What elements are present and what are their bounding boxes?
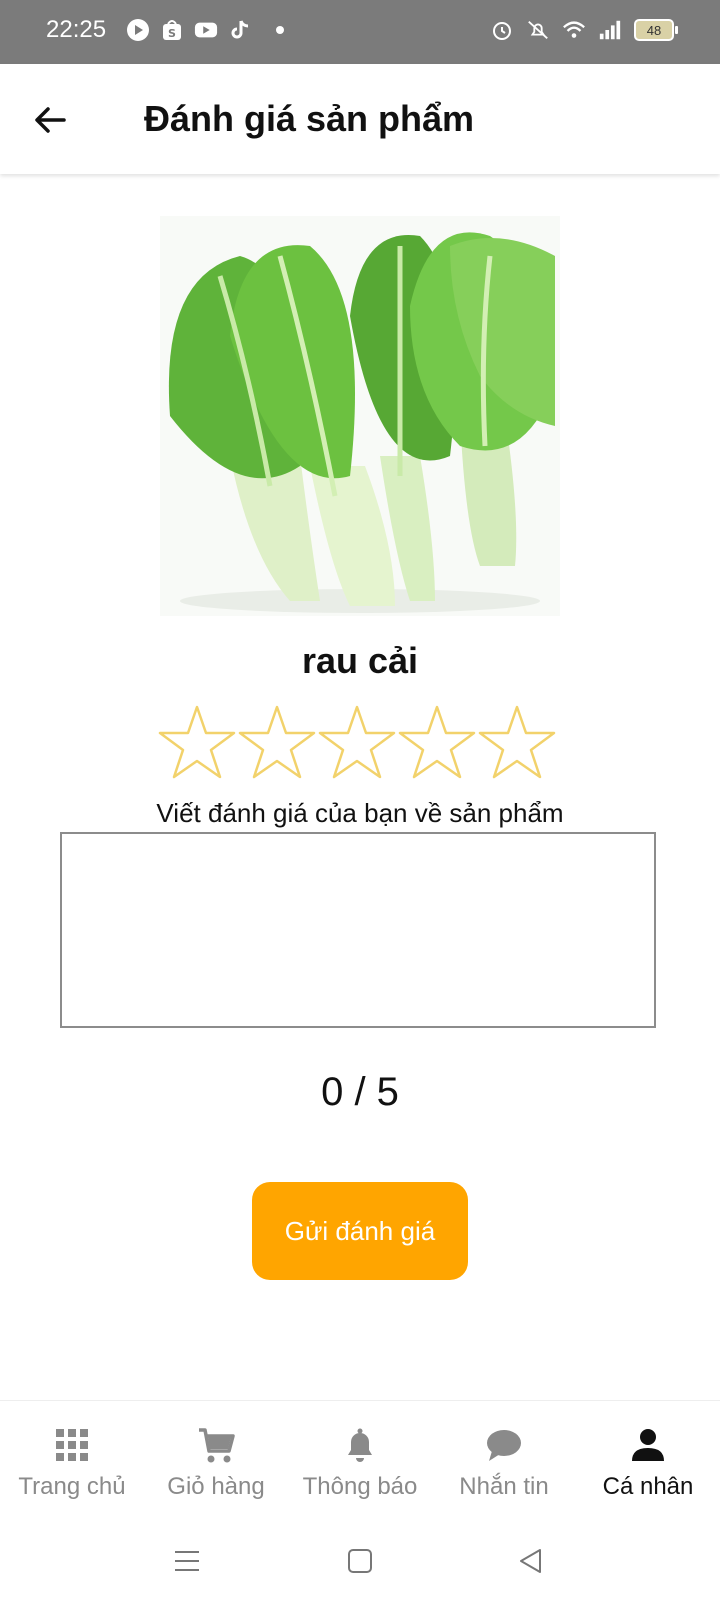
wifi-icon [562,18,586,42]
back-button[interactable] [30,100,70,140]
bell-icon [348,1428,372,1462]
nav-label: Thông báo [302,1473,418,1500]
svg-text:S: S [168,27,176,40]
chat-icon [487,1430,521,1461]
menu-icon[interactable] [172,1546,202,1576]
battery-icon: 48 [634,19,678,41]
shopee-bag-icon: S [160,18,184,42]
status-right-icons: 48 [490,18,678,42]
nav-item-notifications[interactable]: Thông báo [288,1401,432,1521]
status-bar: 22:25 S 48 [0,0,720,64]
home-square-icon[interactable] [345,1546,375,1576]
tiktok-icon [228,18,252,42]
nav-label: Nhắn tin [459,1473,549,1500]
mute-icon [526,18,550,42]
arrow-left-icon [35,107,66,133]
status-time: 22:25 [46,16,107,43]
nav-label: Cá nhân [602,1473,694,1500]
app-header: Đánh giá sản phẩm [0,64,720,174]
star-3-icon[interactable] [318,704,396,780]
nav-label: Trang chủ [18,1473,126,1500]
dot-icon [276,26,284,34]
system-nav [0,1520,720,1600]
star-rating [158,704,556,780]
nav-item-cart[interactable]: Giỏ hàng [144,1401,288,1521]
submit-review-button[interactable]: Gửi đánh giá [252,1182,468,1280]
star-2-icon[interactable] [238,704,316,780]
star-5-icon[interactable] [478,704,556,780]
nav-label: Giỏ hàng [167,1473,265,1500]
alarm-icon [490,18,514,42]
play-icon [126,18,150,42]
cart-icon [199,1428,235,1463]
page-title: Đánh giá sản phẩm [144,98,475,139]
grid-icon [56,1429,88,1461]
signal-icon [598,18,622,42]
nav-item-profile[interactable]: Cá nhân [576,1401,720,1521]
back-triangle-icon[interactable] [516,1546,546,1576]
person-icon [632,1429,664,1461]
product-image [160,216,560,616]
star-4-icon[interactable] [398,704,476,780]
bottom-nav: Trang chủ Giỏ hàng Thông báo Nhắn tin Cá… [0,1400,720,1521]
nav-item-home[interactable]: Trang chủ [0,1401,144,1521]
rating-count: 0 / 5 [321,1070,399,1114]
star-1-icon[interactable] [158,704,236,780]
product-name: rau cải [301,640,419,681]
review-input[interactable] [60,832,656,1028]
nav-item-messages[interactable]: Nhắn tin [432,1401,576,1521]
review-label: Viết đánh giá của bạn về sản phẩm [156,798,564,828]
youtube-icon [194,18,218,42]
status-left-icons: S [126,18,284,42]
